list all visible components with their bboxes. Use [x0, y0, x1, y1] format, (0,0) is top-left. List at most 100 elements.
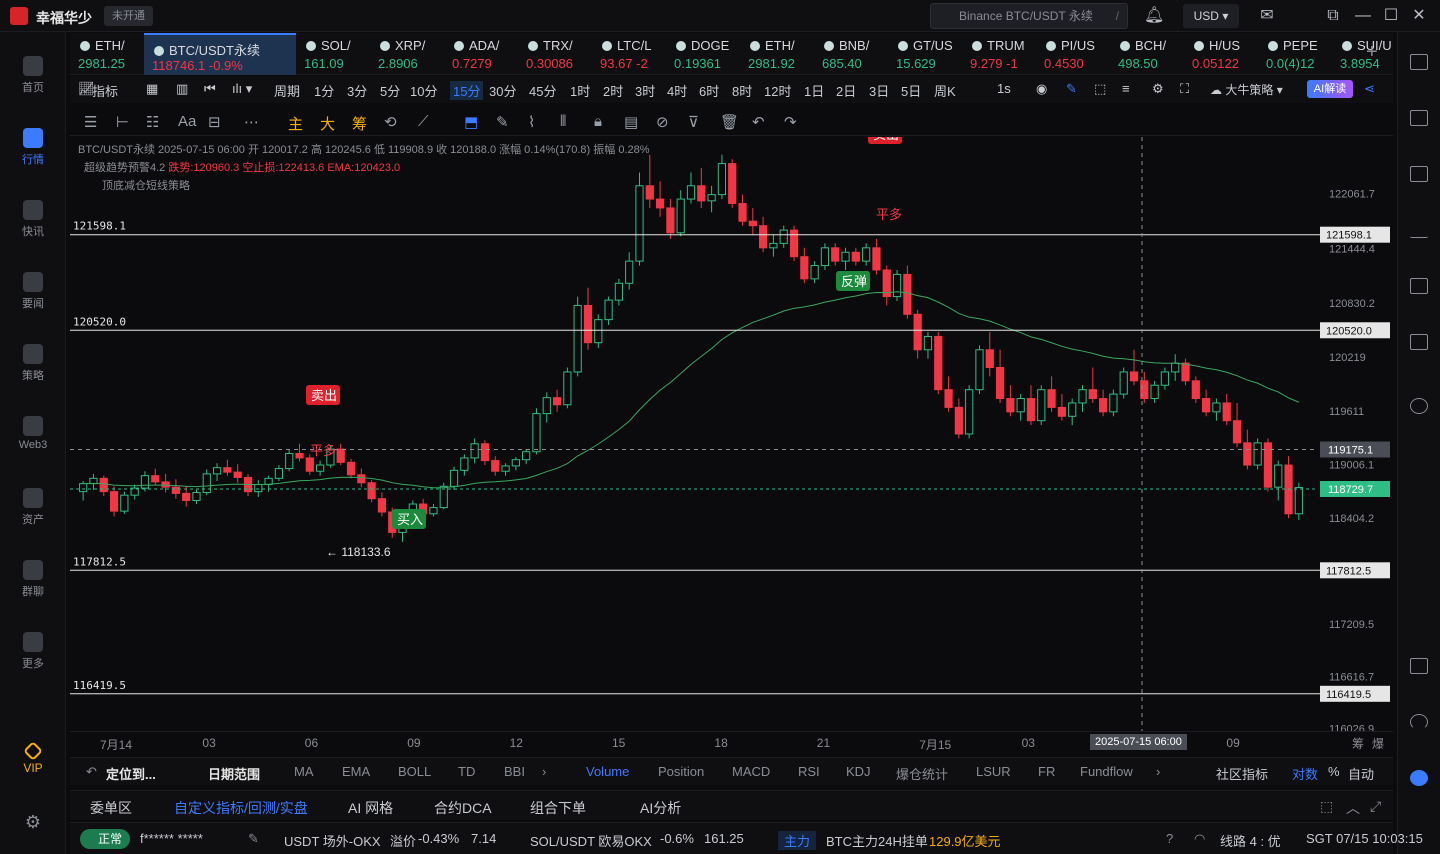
multiline-icon[interactable]: ☷: [146, 113, 159, 131]
indicator-tab-12[interactable]: FR: [1038, 764, 1055, 779]
mail-icon[interactable]: ✉︎: [1257, 6, 1277, 26]
panel-popout-icon[interactable]: ⬚: [1320, 798, 1333, 815]
popout-icon[interactable]: ⧉: [1323, 6, 1343, 26]
more-icon[interactable]: ⋯: [244, 113, 259, 131]
chatbot-icon[interactable]: [1410, 770, 1428, 786]
period-14[interactable]: 8时: [732, 81, 752, 100]
chart-type-icon[interactable]: 📈︎: [78, 81, 95, 97]
indicator-left-0[interactable]: 定位到...: [106, 764, 156, 783]
period-15[interactable]: 12时: [764, 81, 791, 100]
indicator-tab-13[interactable]: Fundflow: [1080, 764, 1133, 779]
flow-text[interactable]: BTC主力24H挂单: [826, 831, 928, 850]
indicator-tab-11[interactable]: LSUR: [976, 764, 1011, 779]
pattern-icon[interactable]: ⫴: [560, 113, 566, 130]
pen-icon[interactable]: ✎: [1066, 81, 1077, 97]
layout-icon[interactable]: ▥: [176, 81, 188, 97]
magnet-icon[interactable]: ⊘: [656, 113, 669, 131]
tabs-next-icon-2[interactable]: ›: [1156, 764, 1160, 779]
ticker-6[interactable]: LTC/L 93.67 -2: [592, 33, 666, 75]
period-0[interactable]: 指标: [92, 81, 118, 100]
period-9[interactable]: 1时: [570, 81, 590, 100]
period-5[interactable]: 10分: [410, 81, 437, 100]
text-icon[interactable]: Aa: [178, 113, 196, 130]
lock-icon[interactable]: 🔒︎: [594, 113, 602, 130]
ticker-7[interactable]: DOGE 0.19361: [666, 33, 740, 75]
indicator-right-0[interactable]: 社区指标: [1216, 764, 1268, 783]
indicator-right-3[interactable]: 自动: [1348, 764, 1374, 783]
ticker-14[interactable]: H/US 0.05122: [1184, 33, 1258, 75]
indicator-left-1[interactable]: 日期范围: [208, 764, 260, 783]
ticker-11[interactable]: TRUM 9.279 -1: [962, 33, 1036, 75]
period-1[interactable]: 周期: [274, 81, 300, 100]
edit-icon[interactable]: ✎: [248, 831, 259, 847]
main-icon[interactable]: 主: [288, 113, 303, 134]
sidebar-item-0[interactable]: 首页: [0, 56, 66, 95]
ai-interpret-button[interactable]: AI解读: [1307, 80, 1353, 98]
bell-icon[interactable]: 🔔︎: [1144, 6, 1164, 26]
list2-icon[interactable]: ≡: [1122, 81, 1130, 96]
candle-style-icon[interactable]: ılı ▾: [232, 81, 252, 97]
signal-icon[interactable]: [1410, 222, 1428, 238]
ticker1-name[interactable]: USDT 场外-OKX: [284, 831, 381, 850]
axis-toggle-1[interactable]: 爆: [1372, 735, 1384, 752]
candlestick-chart-svg[interactable]: 122061.7 121444.4 120830.2 120219 119611 1190…: [70, 124, 1393, 736]
period-12[interactable]: 4时: [667, 81, 687, 100]
panel-expand-icon[interactable]: ⤢: [1370, 798, 1381, 815]
alert-icon[interactable]: ⟲: [384, 113, 397, 131]
indicator-tab-6[interactable]: Position: [658, 764, 704, 779]
close-icon[interactable]: ✕: [1409, 6, 1429, 26]
panel-tab-5[interactable]: AI分析: [640, 798, 681, 818]
indicator-tab-1[interactable]: EMA: [342, 764, 370, 779]
ticker-5[interactable]: TRX/​ 0.30086: [518, 33, 592, 75]
panel-tab-1[interactable]: 自定义指标/回测/实盘: [174, 798, 308, 818]
indicator-tab-0[interactable]: MA: [294, 764, 314, 779]
brush-icon[interactable]: ✎: [496, 113, 509, 131]
network-line[interactable]: 线路 4 : 优: [1220, 831, 1281, 850]
price-chart[interactable]: 122061.7 121444.4 120830.2 120219 119611 1190…: [70, 124, 1393, 757]
template-icon[interactable]: ⬚: [1094, 81, 1106, 97]
locate-icon[interactable]: ↶: [86, 764, 97, 780]
indicator-tab-9[interactable]: KDJ: [846, 764, 871, 779]
period-21[interactable]: 1s: [997, 81, 1011, 96]
panel-tab-4[interactable]: 组合下单: [530, 798, 586, 818]
axis-toggle-0[interactable]: 筹: [1352, 735, 1364, 752]
period-13[interactable]: 6时: [699, 81, 719, 100]
ticker2-name[interactable]: SOL/USDT 欧易OKX: [530, 831, 652, 850]
ticker-3[interactable]: XRP/​ 2.8906: [370, 33, 444, 75]
layout-icon[interactable]: [1410, 658, 1428, 674]
panel-tab-3[interactable]: 合约DCA: [434, 798, 492, 818]
indicator-tab-10[interactable]: 爆仓统计: [896, 764, 948, 783]
document-icon[interactable]: [1410, 110, 1428, 126]
help-icon[interactable]: ?: [1166, 831, 1173, 846]
period-17[interactable]: 2日: [836, 81, 856, 100]
period-4[interactable]: 5分: [380, 81, 400, 100]
camera-icon[interactable]: ◉: [1036, 81, 1047, 97]
sidebar-item-2[interactable]: 快讯: [0, 200, 66, 239]
sidebar-item-6[interactable]: 资产: [0, 488, 66, 527]
ticker-2[interactable]: SOL/​ 161.09: [296, 33, 370, 75]
gear-icon[interactable]: ⚙: [1152, 81, 1164, 97]
minimize-icon[interactable]: —: [1353, 6, 1373, 26]
account-badge[interactable]: 未开通: [104, 6, 153, 26]
period-2[interactable]: 1分: [314, 81, 334, 100]
panel-tab-2[interactable]: AI 网格: [348, 798, 393, 818]
strategy-select[interactable]: ☁ 大牛策略 ▾: [1210, 81, 1283, 98]
indicator-tab-4[interactable]: BBI: [504, 764, 525, 779]
sidebar-item-8[interactable]: 更多: [0, 632, 66, 671]
ticker-8[interactable]: ETH/​ 2981.92: [740, 33, 814, 75]
period-19[interactable]: 5日: [901, 81, 921, 100]
sidebar-item-7[interactable]: 群聊: [0, 560, 66, 599]
chip-icon[interactable]: 筹: [352, 113, 367, 134]
undo-icon[interactable]: ↶: [752, 113, 765, 131]
currency-select[interactable]: USD ▾: [1183, 4, 1239, 28]
period-10[interactable]: 2时: [603, 81, 623, 100]
menu-icon[interactable]: ☰: [84, 113, 97, 131]
ticker-0[interactable]: ETH/​ 2981.25: [70, 33, 144, 75]
trash-icon[interactable]: 🗑︎: [720, 113, 739, 131]
indicator-tab-5[interactable]: Volume: [586, 764, 629, 779]
add-ticker-icon[interactable]: +: [1366, 41, 1378, 64]
symbol-search-input[interactable]: Binance BTC/USDT 永续 /: [930, 3, 1128, 29]
headset-icon[interactable]: [1410, 714, 1428, 730]
select-icon[interactable]: ⬒: [464, 113, 478, 131]
sidebar-item-3[interactable]: 要闻: [0, 272, 66, 311]
